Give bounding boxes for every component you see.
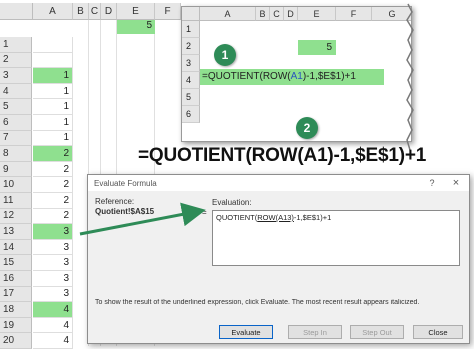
callout-arrow	[79, 202, 206, 236]
